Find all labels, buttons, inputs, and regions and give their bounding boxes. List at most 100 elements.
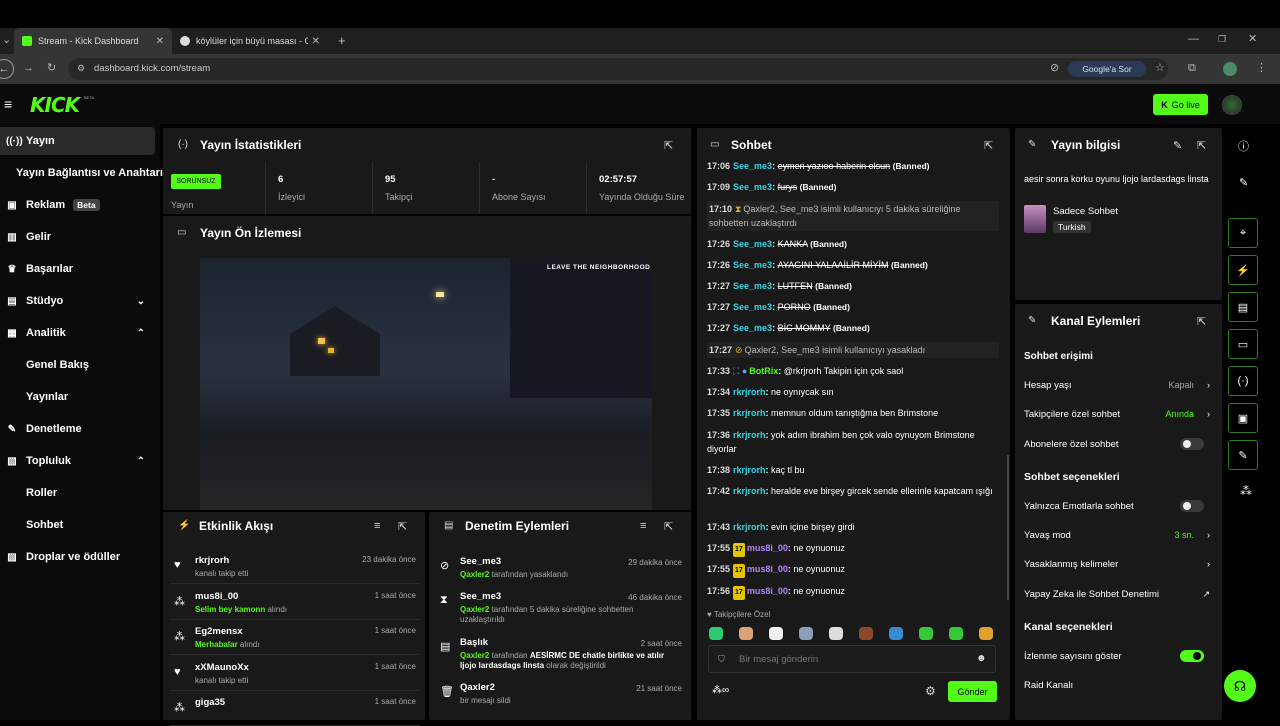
chat-message[interactable]: 17:09 See_me3: furys (Banned)	[707, 180, 997, 194]
sidebar-item-studyo[interactable]: ▤ Stüdyo ⌄	[0, 287, 155, 315]
chat-message[interactable]: 17:42 rkrjrorh: heralde eve birşey gircek…	[707, 484, 997, 498]
rail-document-button[interactable]: ▤	[1228, 292, 1258, 322]
emote-icon[interactable]	[919, 627, 933, 640]
maximize-icon[interactable]: ❐	[1218, 35, 1226, 44]
emote-icon[interactable]	[859, 627, 873, 640]
chat-message[interactable]: 17:27 See_me3: PORNO (Banned)	[707, 300, 997, 314]
chat-username[interactable]: See_me3	[733, 260, 772, 270]
popout-icon[interactable]: ⇱	[984, 139, 993, 152]
hamburger-menu-icon[interactable]: ≡	[4, 97, 12, 111]
chat-username[interactable]: See_me3	[733, 161, 772, 171]
list-item[interactable]: ♥ xXMaunoXx kanalı takip etti 1 saat önce	[170, 656, 420, 691]
chat-username[interactable]: rkrjrorh	[733, 430, 766, 440]
popout-icon[interactable]: ⇱	[398, 520, 407, 533]
chat-message[interactable]: 17:43 rkrjrorh: evin içine birşey girdi	[707, 520, 997, 534]
close-tab-icon[interactable]: ✕	[312, 36, 320, 47]
points-icon[interactable]: ⁂∞	[712, 685, 729, 696]
sidebar-item-droplar[interactable]: ▨ Droplar ve ödüller	[0, 543, 155, 571]
rail-lightning-button[interactable]: ⚡	[1228, 255, 1258, 285]
sidebar-item-sohbet[interactable]: Sohbet	[0, 511, 155, 539]
bookmark-star-icon[interactable]: ☆	[1155, 63, 1165, 74]
ai-moderation-row[interactable]: Yapay Zeka ile Sohbet Denetimi ↗	[1024, 586, 1214, 602]
show-viewers-toggle[interactable]	[1180, 650, 1204, 662]
popout-icon[interactable]: ⇱	[664, 139, 673, 152]
account-age-row[interactable]: Hesap yaşı Kapalı ›	[1024, 377, 1214, 393]
sidebar-item-denetleme[interactable]: ✎ Denetleme	[0, 415, 155, 443]
sidebar-item-analitik[interactable]: ▦ Analitik ⌃	[0, 319, 155, 347]
emote-icon[interactable]	[829, 627, 843, 640]
chat-message[interactable]: 17:55 17 mus8i_00: ne oynuonuz	[707, 541, 997, 557]
rail-broadcast-button[interactable]: (·)	[1228, 366, 1258, 396]
eye-off-icon[interactable]: ⊘	[1050, 63, 1059, 74]
chat-username[interactable]: See_me3	[733, 182, 772, 192]
sidebar-item-stream-key[interactable]: Yayın Bağlantısı ve Anahtarı	[0, 159, 163, 187]
chat-message[interactable]: 17:38 rkrjrorh: kaç tl bu	[707, 463, 997, 477]
emote-icon[interactable]	[709, 627, 723, 640]
browser-menu-icon[interactable]: ⋮	[1256, 63, 1267, 74]
site-info-icon[interactable]: ⚙	[77, 64, 85, 73]
list-item[interactable]: 🗑 Qaxler2 bir mesajı sildi 21 saat önce	[436, 678, 686, 718]
emote-icon[interactable]	[979, 627, 993, 640]
chat-username[interactable]: mus8i_00	[747, 543, 788, 553]
close-window-icon[interactable]: ✕	[1248, 34, 1257, 45]
chat-username[interactable]: See_me3	[733, 302, 772, 312]
support-headset-icon[interactable]: ☊	[1224, 670, 1256, 702]
reload-icon[interactable]: ↻	[47, 63, 56, 74]
new-tab-icon[interactable]: +	[338, 34, 346, 47]
chat-username[interactable]: See_me3	[733, 281, 772, 291]
sidebar-item-genel-bakis[interactable]: Genel Bakış	[0, 351, 155, 379]
edit-pencil-icon[interactable]: ✎	[1173, 139, 1182, 152]
list-item[interactable]: ⁂ mus8i_00 Selim bey kamonn alındı 1 saat ö…	[170, 585, 420, 620]
emote-icon[interactable]	[799, 627, 813, 640]
sidebar-item-roller[interactable]: Roller	[0, 479, 155, 507]
rail-wrench-button[interactable]: ✎	[1228, 440, 1258, 470]
chat-message[interactable]: 17:36 rkrjrorh: yok adım ibrahim ben çok …	[707, 428, 997, 456]
chat-username[interactable]: rkrjrorh	[733, 486, 766, 496]
subs-chat-toggle[interactable]	[1180, 438, 1204, 450]
sidebar-item-gelir[interactable]: ▥ Gelir	[0, 223, 155, 251]
chat-message[interactable]: 17:27 See_me3: LUTFEN (Banned)	[707, 279, 997, 293]
chat-username[interactable]: BotRix	[749, 366, 778, 376]
rail-clip-button[interactable]: ⌖	[1228, 218, 1258, 248]
chat-username[interactable]: rkrjrorh	[733, 387, 766, 397]
chat-username[interactable]: rkrjrorh	[733, 408, 766, 418]
chat-username[interactable]: rkrjrorh	[733, 465, 766, 475]
popout-icon[interactable]: ⇱	[664, 520, 673, 533]
list-item[interactable]: ▤ Başlık Qaxler2 tarafından AESİRMC DE cha…	[436, 633, 686, 673]
filter-icon[interactable]: ≡	[374, 520, 380, 532]
profile-avatar[interactable]	[1223, 62, 1237, 76]
emote-only-toggle[interactable]	[1180, 500, 1204, 512]
emoji-icon[interactable]: ☻	[976, 653, 987, 664]
close-tab-icon[interactable]: ✕	[156, 36, 164, 47]
browser-tab-google[interactable]: köylüler için büyü masası - Goo ✕	[172, 28, 328, 54]
emote-icon[interactable]	[739, 627, 753, 640]
minimize-icon[interactable]: —	[1188, 34, 1199, 45]
settings-gear-icon[interactable]: ⚙	[925, 684, 936, 698]
chat-username[interactable]: mus8i_00	[747, 586, 788, 596]
points-icon[interactable]: ⁂	[1240, 484, 1252, 498]
chat-input[interactable]: ⛉ Bir mesaj gönderin ☻	[708, 645, 996, 673]
list-item[interactable]: ♥ rkrjrorh kanalı takip etti 23 dakika önce	[170, 549, 420, 584]
browser-tab-kick[interactable]: Stream - Kick Dashboard ✕	[14, 28, 172, 54]
list-item[interactable]: ⁂ Eg2mensx Merhabalar alındı 1 saat önce	[170, 620, 420, 655]
slow-mode-row[interactable]: Yavaş mod 3 sn. ›	[1024, 527, 1214, 543]
chat-message[interactable]: 17:10 ⧗ Qaxler2, See_me3 isimli kullanıcıy…	[707, 201, 999, 231]
info-icon[interactable]: ⓘ	[1238, 138, 1249, 154]
go-live-button[interactable]: K Go live	[1153, 94, 1208, 115]
chat-message[interactable]: 17:27 ⊘ Qaxler2, See_me3 isimli kullanıcıy…	[707, 342, 999, 358]
url-text[interactable]: dashboard.kick.com/stream	[94, 63, 210, 74]
banned-words-row[interactable]: Yasaklanmış kelimeler ›	[1024, 556, 1214, 572]
chat-username[interactable]: See_me3	[733, 239, 772, 249]
extensions-icon[interactable]: ⧉	[1188, 63, 1196, 74]
chat-message[interactable]: 17:27 See_me3: BİC MOMMY (Banned)	[707, 321, 997, 335]
popout-icon[interactable]: ⇱	[1197, 315, 1206, 328]
sidebar-item-yayin[interactable]: ((·)) Yayın	[0, 127, 155, 155]
chat-message[interactable]: 17:06 See_me3: eymen yazıoo haberin olsun…	[707, 159, 997, 173]
sidebar-item-basarilar[interactable]: ♛ Başarılar	[0, 255, 155, 283]
sidebar-item-reklam[interactable]: ▣ Reklam Beta	[0, 191, 155, 219]
list-item[interactable]: ⁂ giga35 1 saat önce	[170, 691, 420, 726]
rail-preview-button[interactable]: ▣	[1228, 403, 1258, 433]
chat-message[interactable]: 17:26 See_me3: AYAGINI YALAAİLİR MİYİM (B…	[707, 258, 997, 272]
chat-username[interactable]: See_me3	[733, 323, 772, 333]
list-item[interactable]: ⧗ See_me3 Qaxler2 tarafından 5 dakika süre…	[436, 587, 686, 627]
